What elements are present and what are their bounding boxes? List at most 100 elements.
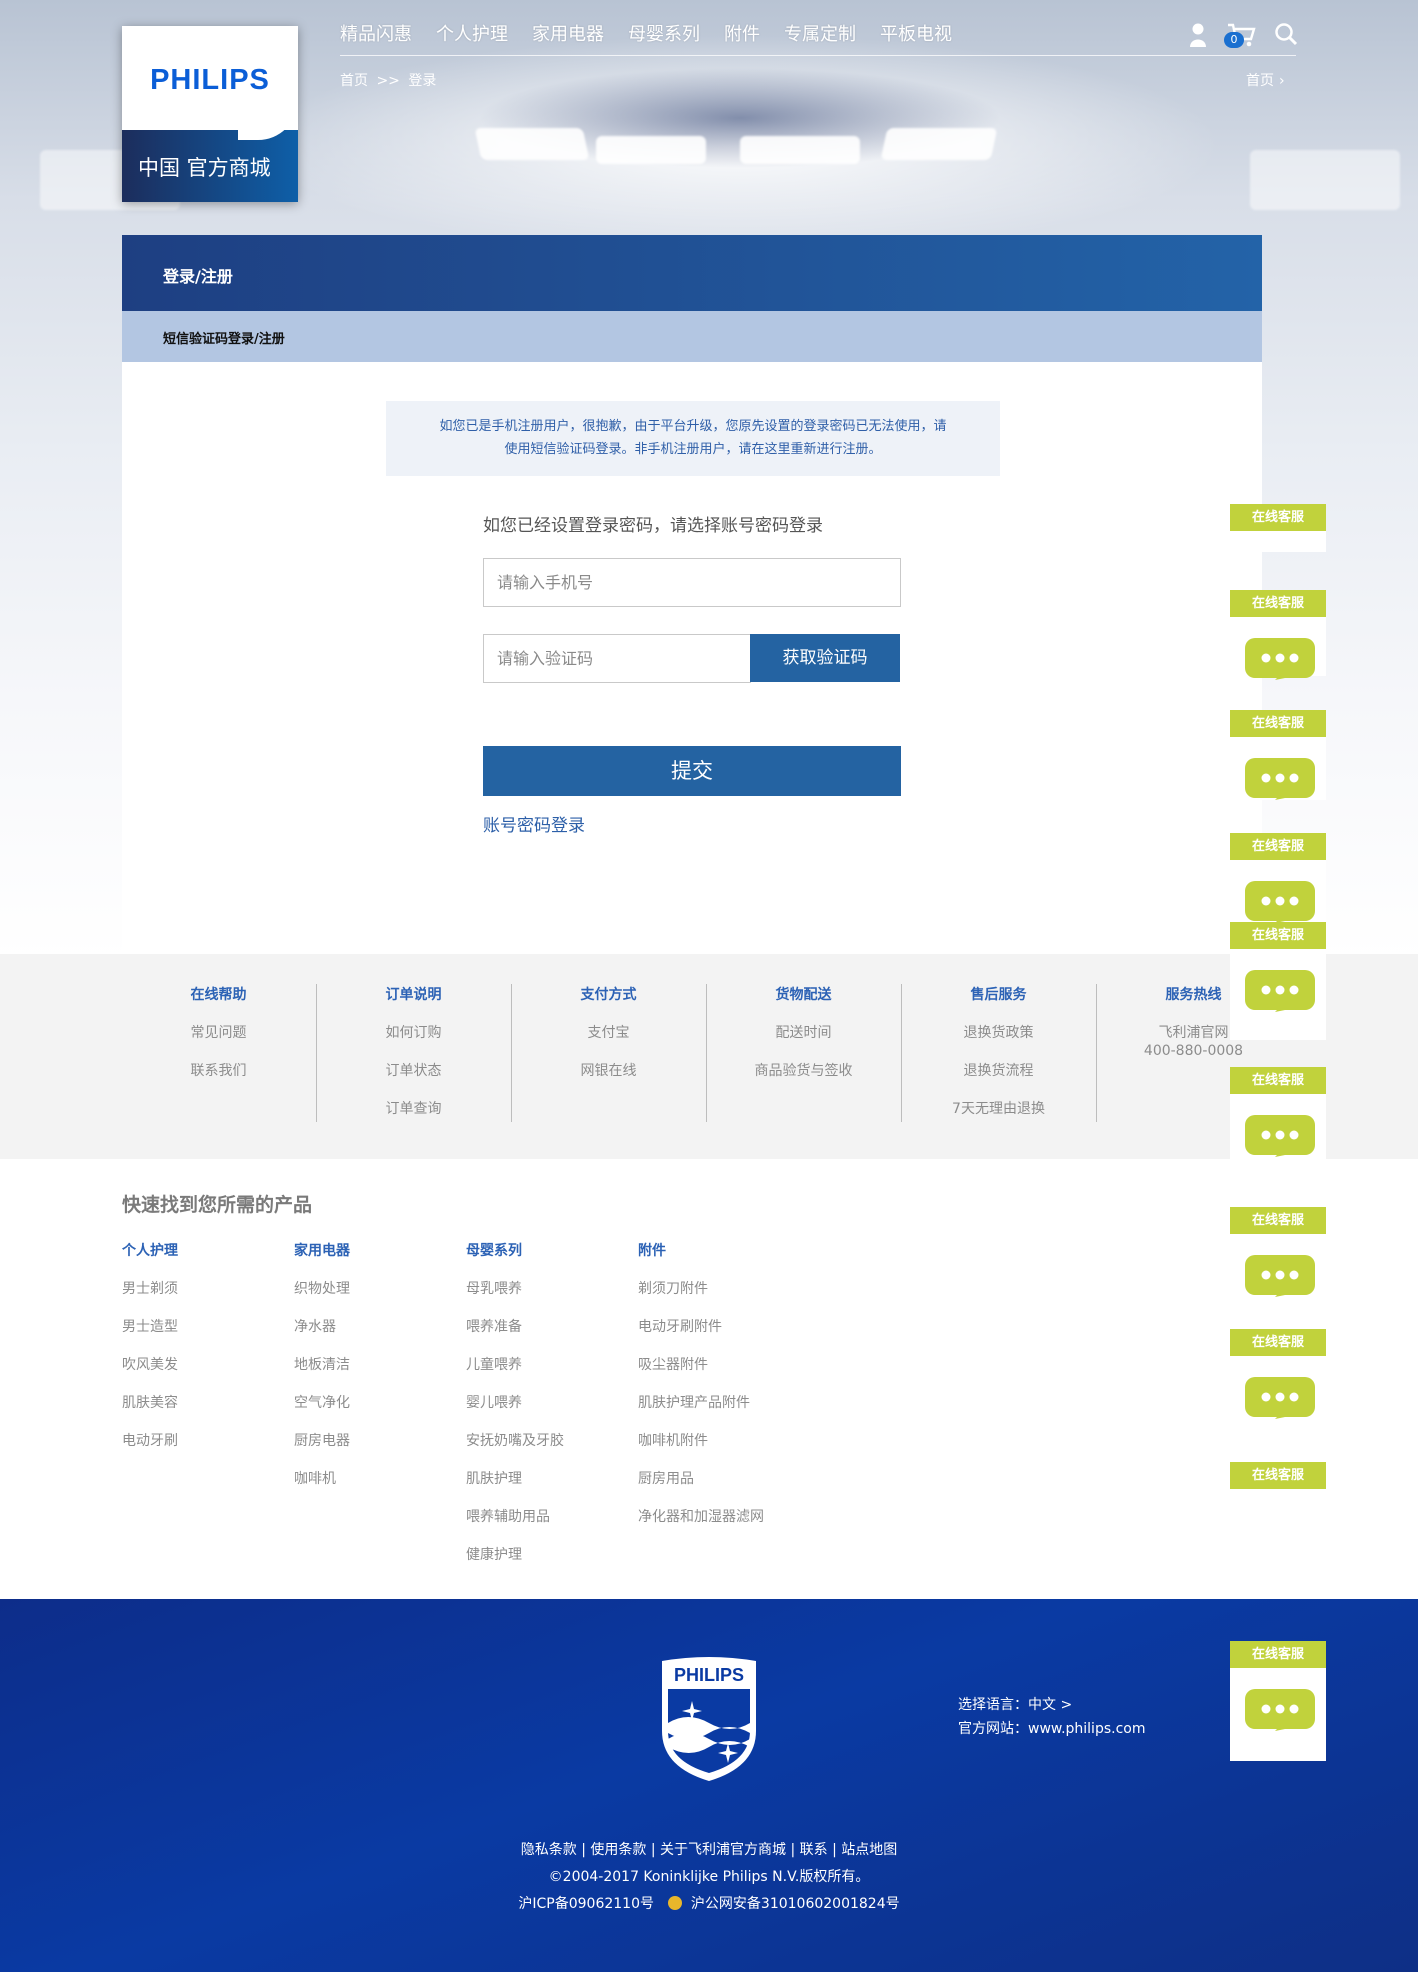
service-link[interactable]: 如何订购 — [316, 1022, 511, 1060]
quick-link[interactable]: 吸尘器附件 — [638, 1354, 764, 1392]
quick-column-title[interactable]: 母婴系列 — [466, 1240, 564, 1278]
online-service-widget[interactable]: 在线客服 — [1230, 922, 1326, 1040]
quick-link[interactable]: 喂养辅助用品 — [466, 1506, 564, 1544]
online-service-label: 在线客服 — [1230, 1462, 1326, 1489]
password-login-tip: 如您已经设置登录密码，请选择账号密码登录 — [483, 516, 823, 536]
quick-find-title: 快速找到您所需的产品 — [122, 1194, 313, 1216]
quick-link[interactable]: 吹风美发 — [122, 1354, 178, 1392]
service-column: 在线帮助 常见问题 联系我们 — [121, 984, 316, 1098]
quick-link[interactable]: 喂养准备 — [466, 1316, 564, 1354]
quick-link[interactable]: 健康护理 — [466, 1544, 564, 1582]
submit-button[interactable]: 提交 — [483, 746, 901, 796]
header-divider — [340, 55, 1296, 56]
notice-line-2: 使用短信验证码登录。非手机注册用户，请在这里重新进行注册。 — [504, 442, 882, 457]
quick-column-title[interactable]: 附件 — [638, 1240, 764, 1278]
service-link[interactable]: 订单查询 — [316, 1098, 511, 1136]
service-link[interactable]: 支付宝 — [511, 1022, 706, 1060]
philips-shield-logo: PHILIPS — [662, 1657, 756, 1781]
nav-item-personal-care[interactable]: 个人护理 — [436, 20, 508, 46]
online-service-label: 在线客服 — [1230, 833, 1326, 860]
nav-item-appliances[interactable]: 家用电器 — [532, 20, 604, 46]
online-service-widget[interactable]: 在线客服 — [1230, 1207, 1326, 1300]
icp-number[interactable]: 沪ICP备09062110号 — [518, 1896, 654, 1912]
home-link[interactable]: 首页 › — [1246, 70, 1285, 90]
service-link[interactable]: 配送时间 — [706, 1022, 901, 1060]
service-link[interactable]: 常见问题 — [121, 1022, 316, 1060]
quick-link[interactable]: 厨房用品 — [638, 1468, 764, 1506]
chat-bubble-icon — [1245, 1689, 1315, 1731]
online-service-widget[interactable]: 在线客服 — [1230, 1329, 1326, 1425]
online-service-widget[interactable]: 在线客服 — [1230, 710, 1326, 800]
quick-link[interactable]: 肌肤护理 — [466, 1468, 564, 1506]
online-service-widget[interactable]: 在线客服 — [1230, 590, 1326, 680]
nav-item-tv[interactable]: 平板电视 — [880, 20, 952, 46]
online-service-widget[interactable]: 在线客服 — [1230, 1067, 1326, 1173]
breadcrumb-home[interactable]: 首页 — [340, 73, 368, 89]
header-icons: 0 — [1188, 20, 1298, 54]
quick-link[interactable]: 肌肤护理产品附件 — [638, 1392, 764, 1430]
online-service-widget[interactable]: 在线客服 — [1230, 504, 1326, 552]
user-icon[interactable] — [1188, 22, 1208, 48]
notice-line-1: 如您已是手机注册用户，很抱歉，由于平台升级，您原先设置的登录密码已无法使用，请 — [439, 419, 947, 434]
police-record-number[interactable]: 沪公网安备31010602001824号 — [691, 1896, 900, 1912]
service-link[interactable]: 7天无理由退换 — [901, 1098, 1096, 1136]
quick-column-title[interactable]: 个人护理 — [122, 1240, 178, 1278]
quick-link[interactable]: 净化器和加湿器滤网 — [638, 1506, 764, 1544]
philips-logo[interactable]: PHILIPS 中国 官方商城 — [122, 26, 298, 202]
quick-link[interactable]: 剃须刀附件 — [638, 1278, 764, 1316]
nav-item-custom[interactable]: 专属定制 — [784, 20, 856, 46]
service-link[interactable]: 商品验货与签收 — [706, 1060, 901, 1098]
verification-code-input[interactable] — [483, 634, 751, 683]
phone-input[interactable] — [483, 558, 901, 607]
service-link[interactable]: 订单状态 — [316, 1060, 511, 1098]
footer-nav-links[interactable]: 隐私条款 | 使用条款 | 关于飞利浦官方商城 | 联系 | 站点地图 — [0, 1837, 1418, 1864]
chat-bubble-icon — [1245, 970, 1315, 1012]
chat-bubble-icon — [1245, 638, 1315, 680]
quick-link[interactable]: 厨房电器 — [294, 1430, 350, 1468]
shield-wordmark: PHILIPS — [674, 1665, 744, 1685]
service-link[interactable]: 退换货政策 — [901, 1022, 1096, 1060]
official-website-link[interactable]: 官方网站：www.philips.com — [958, 1717, 1145, 1741]
quick-link[interactable]: 净水器 — [294, 1316, 350, 1354]
quick-column: 附件 剃须刀附件 电动牙刷附件 吸尘器附件 肌肤护理产品附件 咖啡机附件 厨房用… — [638, 1240, 764, 1544]
cart-count-badge: 0 — [1224, 32, 1244, 48]
quick-link[interactable]: 男士造型 — [122, 1316, 178, 1354]
language-selector[interactable]: 选择语言：中文 > — [958, 1693, 1145, 1717]
online-service-widget[interactable]: 在线客服 — [1230, 1641, 1326, 1761]
service-column-title: 支付方式 — [580, 987, 637, 1003]
quick-link[interactable]: 咖啡机附件 — [638, 1430, 764, 1468]
quick-link[interactable]: 母乳喂养 — [466, 1278, 564, 1316]
quick-link[interactable]: 电动牙刷 — [122, 1430, 178, 1468]
store-name: 中国 官方商城 — [138, 156, 271, 180]
quick-link[interactable]: 电动牙刷附件 — [638, 1316, 764, 1354]
login-subheader: 短信验证码登录/注册 — [122, 311, 1262, 362]
nav-item-accessories[interactable]: 附件 — [724, 20, 760, 46]
home-link-label: 首页 — [1246, 73, 1274, 89]
quick-link[interactable]: 肌肤美容 — [122, 1392, 178, 1430]
online-service-label: 在线客服 — [1230, 1207, 1326, 1234]
chat-bubble-icon — [1245, 758, 1315, 800]
quick-link[interactable]: 男士剃须 — [122, 1278, 178, 1316]
quick-column: 个人护理 男士剃须 男士造型 吹风美发 肌肤美容 电动牙刷 — [122, 1240, 178, 1468]
nav-item-flash-sale[interactable]: 精品闪惠 — [340, 20, 412, 46]
online-service-widget[interactable]: 在线客服 — [1230, 1462, 1326, 1502]
quick-link[interactable]: 织物处理 — [294, 1278, 350, 1316]
service-link[interactable]: 网银在线 — [511, 1060, 706, 1098]
nav-item-mother-baby[interactable]: 母婴系列 — [628, 20, 700, 46]
online-service-label: 在线客服 — [1230, 1329, 1326, 1356]
service-link[interactable]: 联系我们 — [121, 1060, 316, 1098]
breadcrumb: 首页 >> 登录 — [340, 70, 436, 90]
service-column: 售后服务 退换货政策 退换货流程 7天无理由退换 — [901, 984, 1096, 1136]
service-link[interactable]: 退换货流程 — [901, 1060, 1096, 1098]
quick-link[interactable]: 安抚奶嘴及牙胶 — [466, 1430, 564, 1468]
quick-link[interactable]: 婴儿喂养 — [466, 1392, 564, 1430]
search-icon[interactable] — [1274, 22, 1298, 46]
quick-link[interactable]: 咖啡机 — [294, 1468, 350, 1506]
get-code-button[interactable]: 获取验证码 — [750, 634, 900, 682]
quick-link[interactable]: 空气净化 — [294, 1392, 350, 1430]
quick-link[interactable]: 儿童喂养 — [466, 1354, 564, 1392]
quick-column-title[interactable]: 家用电器 — [294, 1240, 350, 1278]
quick-link[interactable]: 地板清洁 — [294, 1354, 350, 1392]
online-service-widget[interactable]: 在线客服 — [1230, 833, 1326, 923]
account-password-login-link[interactable]: 账号密码登录 — [483, 811, 585, 836]
